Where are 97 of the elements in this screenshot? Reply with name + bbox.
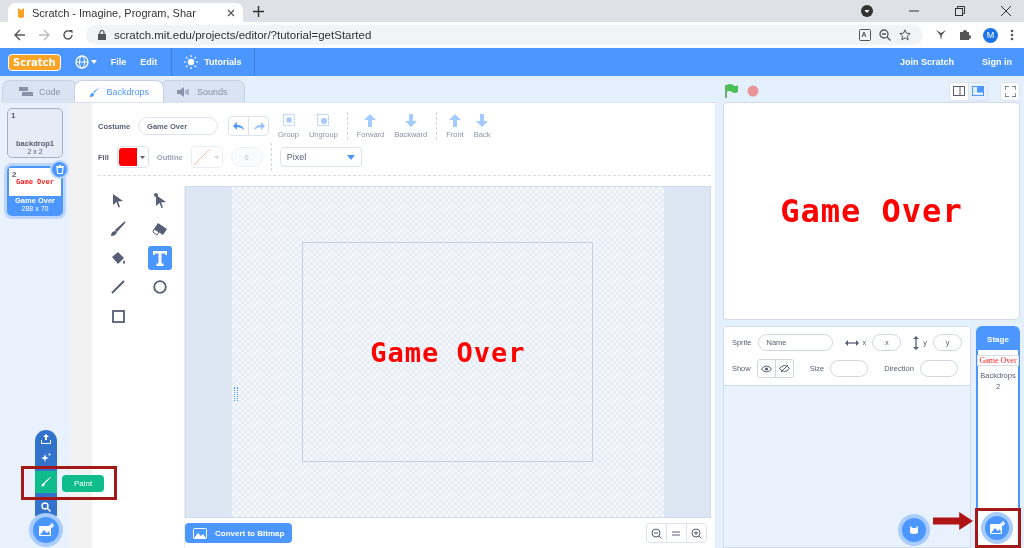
translate-icon[interactable] <box>859 29 871 41</box>
paint-menu-item[interactable] <box>35 471 57 494</box>
tab-title: Scratch - Imagine, Program, Shar <box>32 6 197 19</box>
convert-to-bitmap-button[interactable]: Convert to Bitmap <box>185 523 293 543</box>
layout-icon <box>972 86 984 96</box>
eye-slash-icon <box>778 364 790 373</box>
delete-button[interactable] <box>52 162 67 177</box>
close-icon[interactable] <box>227 8 235 17</box>
size-field[interactable] <box>830 360 869 377</box>
group-icon <box>281 113 296 127</box>
outline-color-picker[interactable] <box>190 146 223 168</box>
puzzle-icon[interactable] <box>959 29 971 41</box>
profile-avatar[interactable]: M <box>983 27 998 43</box>
caret-icon <box>346 154 355 160</box>
caret-icon <box>90 60 97 64</box>
fullscreen-icon <box>1004 85 1016 97</box>
code-blocks-icon <box>19 87 33 96</box>
layout-icon <box>953 86 965 96</box>
image-plus-icon <box>989 521 1005 535</box>
eraser-icon <box>152 222 168 236</box>
fullscreen-button[interactable] <box>1000 81 1020 101</box>
down-arrow-icon <box>403 113 418 127</box>
lightbulb-icon <box>184 55 199 69</box>
circle-icon <box>153 280 167 294</box>
back-arrow-icon[interactable] <box>14 29 26 41</box>
zoom-out-icon <box>650 527 662 539</box>
reshape-pointer-icon <box>153 192 167 208</box>
paint-tooltip: Paint <box>62 475 105 492</box>
up-arrow-icon <box>447 113 462 127</box>
ungroup-icon <box>316 113 331 127</box>
pixel-font-dropdown[interactable]: Pixel <box>279 147 362 167</box>
down-arrow-icon <box>475 113 490 127</box>
canvas-text[interactable]: Game Over <box>370 336 526 368</box>
extension-icon[interactable] <box>935 29 947 41</box>
language-menu[interactable] <box>74 55 97 69</box>
menu-item[interactable]: Edit <box>140 57 158 67</box>
search-icon[interactable] <box>41 501 51 512</box>
choose-sprite-button[interactable] <box>902 518 926 542</box>
stage-thumbnail: Game Over <box>977 355 1019 366</box>
image-icon <box>193 527 207 539</box>
no-color-icon <box>192 148 211 166</box>
dropdown-icon[interactable] <box>861 5 873 17</box>
sparkle-icon[interactable] <box>41 452 51 463</box>
direction-field[interactable] <box>919 360 958 377</box>
text-tool[interactable] <box>148 246 172 270</box>
scratch-logo[interactable]: Scratch <box>8 53 61 71</box>
brush-icon <box>88 85 101 98</box>
undo-icon <box>232 121 245 131</box>
text-t-icon <box>153 250 167 266</box>
image-plus-icon <box>38 523 54 537</box>
header-link[interactable]: Join Scratch <box>899 57 954 67</box>
pointer-icon <box>112 192 124 208</box>
restore-icon[interactable] <box>955 6 965 16</box>
close-icon[interactable] <box>1001 6 1011 16</box>
backdrop-number: 1 <box>11 111 16 120</box>
paint-bucket-icon <box>110 250 126 266</box>
trash-icon <box>55 165 64 174</box>
stage-header: Stage <box>978 328 1018 350</box>
up-arrow-icon <box>363 113 378 127</box>
brush-icon <box>41 477 51 488</box>
menu-item[interactable]: File <box>110 57 127 67</box>
stage-text: Game Over <box>780 192 963 230</box>
vertical-arrows-icon <box>913 335 920 350</box>
editor-tab[interactable]: Code <box>2 80 78 102</box>
caret-icon <box>139 155 145 159</box>
zoom-in-icon <box>690 527 702 539</box>
upload-icon[interactable] <box>41 434 51 445</box>
redo-icon <box>252 121 265 131</box>
line-icon <box>111 280 125 294</box>
browser-tab[interactable]: Scratch - Imagine, Program, Shar <box>8 3 243 22</box>
address-field[interactable]: scratch.mit.edu/projects/editor/?tutorial=getStarted <box>86 25 923 45</box>
star-icon[interactable] <box>899 29 911 41</box>
lock-icon <box>98 30 106 40</box>
fill-color-picker[interactable] <box>116 146 149 168</box>
header-link[interactable]: Sign in <box>982 57 1012 67</box>
cat-icon <box>909 525 919 535</box>
editor-tab[interactable]: Backdrops <box>73 80 165 102</box>
choose-backdrop-button[interactable] <box>33 517 59 543</box>
zoom-out-icon[interactable] <box>879 29 891 41</box>
reload-icon[interactable] <box>62 29 74 41</box>
backdrop-number: 2 <box>12 170 17 179</box>
cat-icon <box>16 6 26 19</box>
caret-icon <box>213 155 219 159</box>
resize-handle[interactable] <box>233 387 238 401</box>
square-icon <box>111 309 125 323</box>
plus-icon[interactable] <box>253 5 264 17</box>
brush-icon <box>110 221 126 237</box>
horizontal-arrows-icon <box>844 339 859 346</box>
highlight-frame <box>975 508 1021 548</box>
more-menu-icon[interactable] <box>1010 29 1014 41</box>
equals-icon <box>672 530 681 536</box>
speaker-icon <box>177 86 192 97</box>
small-stage-button[interactable] <box>949 81 969 101</box>
choose-backdrop-button[interactable] <box>985 516 1009 540</box>
globe-icon <box>74 55 89 69</box>
editor-tab[interactable]: Sounds <box>160 80 245 102</box>
eye-icon <box>760 364 772 373</box>
